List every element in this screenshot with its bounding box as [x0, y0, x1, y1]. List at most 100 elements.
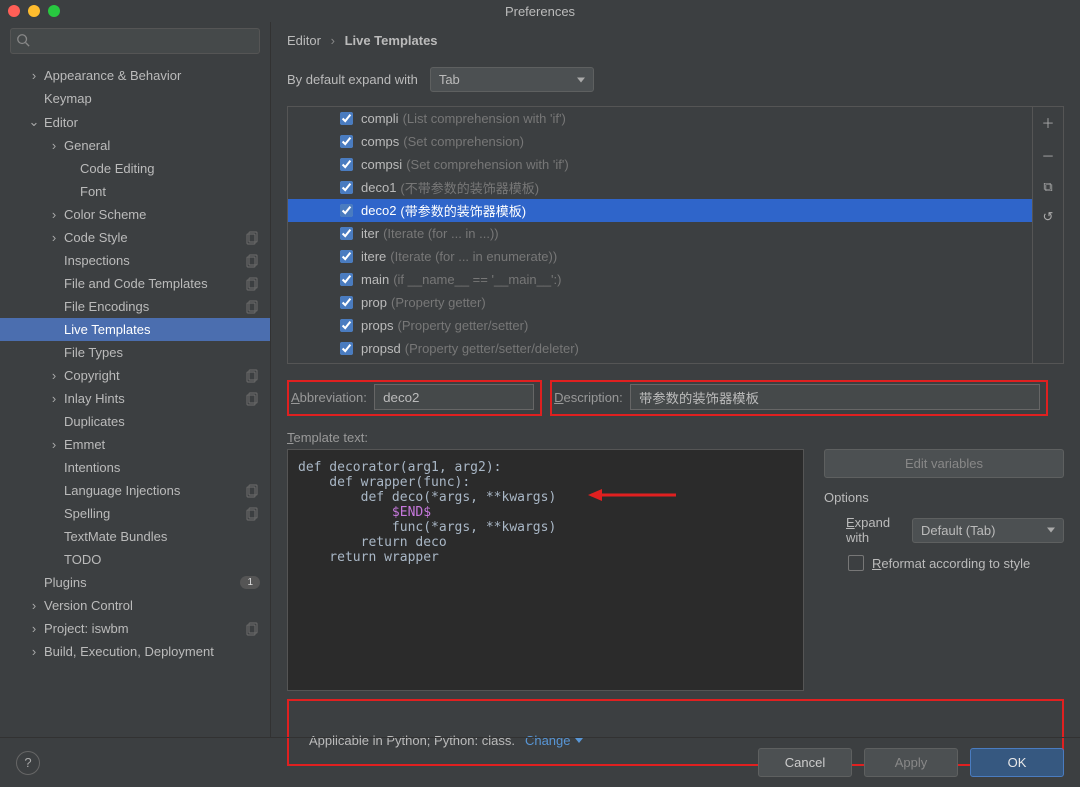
restore-icon[interactable]: ↺ [1043, 209, 1054, 225]
maximize-icon[interactable] [48, 5, 60, 17]
chevron-icon: › [48, 207, 60, 222]
template-text-editor[interactable]: def decorator(arg1, arg2): def wrapper(f… [287, 449, 804, 691]
template-checkbox[interactable] [340, 273, 353, 286]
reformat-label: Reformat according to style [872, 556, 1030, 571]
template-checkbox[interactable] [340, 158, 353, 171]
template-checkbox[interactable] [340, 112, 353, 125]
lower-row: def decorator(arg1, arg2): def wrapper(f… [271, 449, 1080, 691]
sidebar-item-editor[interactable]: ⌄Editor [0, 110, 270, 134]
sidebar-item-code-editing[interactable]: Code Editing [0, 157, 270, 180]
sidebar-item-live-templates[interactable]: Live Templates [0, 318, 270, 341]
sidebar-item-label: Version Control [40, 598, 260, 613]
plugins-badge: 1 [240, 576, 260, 589]
template-checkbox[interactable] [340, 319, 353, 332]
abbrev-label: Abbreviation: [291, 390, 367, 405]
template-row-deco2[interactable]: deco2 (带参数的装饰器模板) [288, 199, 1032, 222]
sidebar-item-font[interactable]: Font [0, 180, 270, 203]
cancel-button[interactable]: Cancel [758, 748, 852, 777]
sidebar-item-label: Keymap [40, 91, 260, 106]
duplicate-icon[interactable]: ⧉ [1043, 179, 1052, 195]
template-desc: (Iterate (for ... in enumerate)) [390, 249, 557, 264]
edit-variables-button[interactable]: Edit variables [824, 449, 1064, 478]
expand-with-select[interactable]: Default (Tab) [912, 518, 1064, 543]
sidebar-item-todo[interactable]: TODO [0, 548, 270, 571]
template-row-propsd[interactable]: propsd (Property getter/setter/deleter) [288, 337, 1032, 360]
sidebar-item-label: File and Code Templates [60, 276, 246, 291]
sidebar-item-version-control[interactable]: ›Version Control [0, 594, 270, 617]
chevron-icon: › [28, 644, 40, 659]
template-checkbox[interactable] [340, 135, 353, 148]
template-checkbox[interactable] [340, 250, 353, 263]
sidebar-item-keymap[interactable]: Keymap [0, 87, 270, 110]
sidebar-item-duplicates[interactable]: Duplicates [0, 410, 270, 433]
expand-with-label: Expand with [846, 515, 904, 545]
template-desc: (Property getter) [391, 295, 486, 310]
sidebar-item-color-scheme[interactable]: ›Color Scheme [0, 203, 270, 226]
sidebar-item-file-encodings[interactable]: File Encodings [0, 295, 270, 318]
sidebar-item-inlay-hints[interactable]: ›Inlay Hints [0, 387, 270, 410]
sidebar-item-emmet[interactable]: ›Emmet [0, 433, 270, 456]
sidebar-item-label: Font [76, 184, 260, 199]
breadcrumb-sep: › [325, 33, 341, 48]
sidebar-item-intentions[interactable]: Intentions [0, 456, 270, 479]
remove-icon[interactable]: － [1041, 146, 1054, 165]
minimize-icon[interactable] [28, 5, 40, 17]
template-row-super[interactable]: super ('super(...)' call) [288, 360, 1032, 363]
search-wrap [0, 22, 270, 60]
template-checkbox[interactable] [340, 181, 353, 194]
window-controls [8, 5, 60, 17]
template-row-deco1[interactable]: deco1 (不带参数的装饰器模板) [288, 176, 1032, 199]
template-row-comps[interactable]: comps (Set comprehension) [288, 130, 1032, 153]
sidebar-item-label: Live Templates [60, 322, 260, 337]
add-icon[interactable]: ＋ [1041, 113, 1054, 132]
apply-button[interactable]: Apply [864, 748, 958, 777]
sidebar-item-code-style[interactable]: ›Code Style [0, 226, 270, 249]
sidebar-item-label: Code Editing [76, 161, 260, 176]
template-checkbox[interactable] [340, 204, 353, 217]
desc-label: Description: [554, 390, 623, 405]
close-icon[interactable] [8, 5, 20, 17]
template-desc: (List comprehension with 'if') [403, 111, 566, 126]
sidebar-item-inspections[interactable]: Inspections [0, 249, 270, 272]
search-input[interactable] [10, 28, 260, 54]
template-name: compsi [361, 157, 402, 172]
template-row-iter[interactable]: iter (Iterate (for ... in ...)) [288, 222, 1032, 245]
settings-tree[interactable]: ›Appearance & Behavior Keymap ⌄Editor›Gene… [0, 60, 270, 737]
template-list[interactable]: compli (List comprehension with 'if')com… [288, 107, 1032, 363]
template-desc: (Property getter/setter) [398, 318, 529, 333]
template-row-prop[interactable]: prop (Property getter) [288, 291, 1032, 314]
chevron-icon: › [28, 68, 40, 83]
help-button[interactable]: ? [16, 751, 40, 775]
sidebar-item-project-iswbm[interactable]: ›Project: iswbm [0, 617, 270, 640]
sidebar-item-appearance-behavior[interactable]: ›Appearance & Behavior [0, 64, 270, 87]
chevron-icon: › [48, 437, 60, 452]
sidebar-item-label: File Types [60, 345, 260, 360]
sidebar-item-file-and-code-templates[interactable]: File and Code Templates [0, 272, 270, 295]
template-row-compli[interactable]: compli (List comprehension with 'if') [288, 107, 1032, 130]
sidebar-item-file-types[interactable]: File Types [0, 341, 270, 364]
reformat-checkbox[interactable] [848, 555, 864, 571]
ok-button[interactable]: OK [970, 748, 1064, 777]
template-row-main[interactable]: main (if __name__ == '__main__':) [288, 268, 1032, 291]
sidebar-item-textmate-bundles[interactable]: TextMate Bundles [0, 525, 270, 548]
template-checkbox[interactable] [340, 296, 353, 309]
sidebar-item-label: File Encodings [60, 299, 246, 314]
reformat-row: Reformat according to style [824, 555, 1064, 571]
template-row-itere[interactable]: itere (Iterate (for ... in enumerate)) [288, 245, 1032, 268]
template-checkbox[interactable] [340, 342, 353, 355]
template-row-compsi[interactable]: compsi (Set comprehension with 'if') [288, 153, 1032, 176]
template-desc: (Set comprehension with 'if') [406, 157, 568, 172]
sidebar-item-copyright[interactable]: ›Copyright [0, 364, 270, 387]
sidebar-item-plugins[interactable]: Plugins1 [0, 571, 270, 594]
sidebar-item-label: Build, Execution, Deployment [40, 644, 260, 659]
default-expand-select[interactable]: Tab [430, 67, 594, 92]
sidebar-item-language-injections[interactable]: Language Injections [0, 479, 270, 502]
template-checkbox[interactable] [340, 227, 353, 240]
sidebar-item-spelling[interactable]: Spelling [0, 502, 270, 525]
template-row-props[interactable]: props (Property getter/setter) [288, 314, 1032, 337]
description-input[interactable] [630, 384, 1040, 410]
sidebar-item-build-execution-deployment[interactable]: ›Build, Execution, Deployment [0, 640, 270, 663]
sidebar-item-general[interactable]: ›General [0, 134, 270, 157]
abbreviation-input[interactable] [374, 384, 534, 410]
fields-row: Abbreviation: Description: [271, 364, 1080, 420]
